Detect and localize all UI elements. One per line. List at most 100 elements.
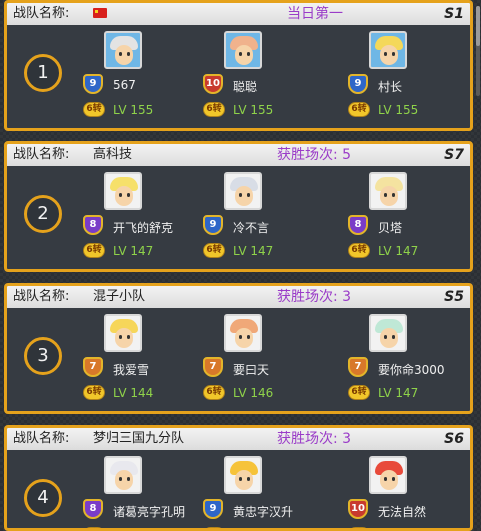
team-card[interactable]: 战队名称: 混子小队 获胜场次: 3 S5 3 7 我爱雪 6转 LV 144 7 要曰天 6转 LV … [4,283,473,414]
shield-icon: 9 [203,499,223,519]
team-name-label: 战队名称: [13,147,70,162]
rebirth-badge: 6转 [203,385,225,400]
team-member[interactable]: 9 567 6转 LV 155 [83,25,207,128]
member-name: 村长 [378,80,403,94]
eye-right [392,335,395,339]
server-tag: S5 [444,289,464,305]
member-name: 567 [113,78,136,92]
avatar[interactable] [104,172,142,210]
member-name: 我爱雪 [113,363,150,377]
team-member[interactable]: 8 诸葛亮字孔明 6转 [83,450,207,528]
team-member[interactable]: 7 要曰天 6转 LV 146 [203,308,327,411]
team-status: 获胜场次: 3 [277,289,352,305]
member-name: 要你命3000 [378,363,445,377]
team-status: 获胜场次: 3 [277,431,352,447]
team-member[interactable]: 8 贝塔 6转 LV 147 [348,166,470,269]
team-name-label: 战队名称: [13,6,70,21]
avatar[interactable] [369,31,407,69]
rank-badge: 3 [24,337,62,375]
team-header: 战队名称: 当日第一 S1 [7,3,470,25]
rebirth-badge: 6转 [348,527,370,528]
member-level: LV 144 [113,386,154,400]
member-name: 聪聪 [233,80,258,94]
team-member[interactable]: 10 无法自然 6转 [348,450,470,528]
team-card[interactable]: 战队名称: 当日第一 S1 1 9 567 6转 LV 155 10 聪聪 6转 LV 155 9 村长 6… [4,0,473,131]
team-member[interactable]: 9 冷不言 6转 LV 147 [203,166,327,269]
eye-left [384,477,387,481]
rebirth-badge: 6转 [203,102,225,117]
team-card[interactable]: 战队名称: 高科技 获胜场次: 5 S7 2 8 开飞的舒克 6转 LV 147 9 冷不言 6转 LV… [4,141,473,272]
shield-icon: 8 [348,215,368,235]
team-member[interactable]: 7 我爱雪 6转 LV 144 [83,308,207,411]
rebirth-badge: 6转 [203,527,225,528]
rebirth-badge: 6转 [348,385,370,400]
avatar[interactable] [104,314,142,352]
member-name: 要曰天 [233,363,270,377]
face-shape [115,470,133,490]
avatar[interactable] [224,456,262,494]
shield-icon: 7 [203,357,223,377]
team-header: 战队名称: 高科技 获胜场次: 5 S7 [7,144,470,166]
eye-left [384,52,387,56]
shield-icon: 9 [83,74,103,94]
rank-badge: 4 [24,479,62,517]
member-level: LV 155 [378,103,419,117]
team-status: 获胜场次: 5 [277,147,352,163]
face-shape [235,45,253,65]
face-shape [235,186,253,206]
team-name-label: 战队名称: [13,431,70,446]
eye-left [384,335,387,339]
team-name: 混子小队 [93,289,146,304]
team-member[interactable]: 9 黄忠字汉升 6转 [203,450,327,528]
avatar[interactable] [224,172,262,210]
team-body: 2 8 开飞的舒克 6转 LV 147 9 冷不言 6转 LV 147 8 贝塔 6转 LV 147 [7,166,470,269]
rebirth-badge: 6转 [83,385,105,400]
member-level: LV 155 [233,103,274,117]
member-level: LV 147 [378,244,419,258]
face-shape [380,328,398,348]
server-tag: S7 [444,147,464,163]
team-name-label: 战队名称: [13,289,70,304]
member-name: 黄忠字汉升 [233,505,294,519]
eye-right [127,52,130,56]
avatar[interactable] [369,456,407,494]
server-tag: S1 [444,6,464,22]
avatar[interactable] [104,456,142,494]
eye-right [127,193,130,197]
team-member[interactable]: 8 开飞的舒克 6转 LV 147 [83,166,207,269]
avatar[interactable] [224,314,262,352]
member-level: LV 146 [233,386,274,400]
member-level: LV 155 [113,103,154,117]
member-name: 无法自然 [378,505,427,519]
eye-left [119,477,122,481]
team-name: 高科技 [93,147,133,162]
avatar[interactable] [369,314,407,352]
face-shape [235,328,253,348]
rebirth-badge: 6转 [203,243,225,258]
rank-badge: 1 [24,54,62,92]
shield-icon: 7 [348,357,368,377]
member-level: LV 147 [113,244,154,258]
face-shape [380,45,398,65]
team-header: 战队名称: 混子小队 获胜场次: 3 S5 [7,286,470,308]
member-name: 开飞的舒克 [113,221,174,235]
team-member[interactable]: 7 要你命3000 6转 LV 147 [348,308,470,411]
eye-right [392,52,395,56]
rebirth-badge: 6转 [83,102,105,117]
team-member[interactable]: 9 村长 6转 LV 155 [348,25,470,128]
avatar[interactable] [369,172,407,210]
rebirth-badge: 6转 [348,102,370,117]
team-member[interactable]: 10 聪聪 6转 LV 155 [203,25,327,128]
eye-right [127,477,130,481]
member-name: 贝塔 [378,221,403,235]
rebirth-badge: 6转 [83,527,105,528]
avatar[interactable] [224,31,262,69]
eye-right [127,335,130,339]
team-body: 4 8 诸葛亮字孔明 6转 9 黄忠字汉升 6转 10 无法自然 6转 [7,450,470,528]
team-card[interactable]: 战队名称:梦归三国九分队获胜场次: 3S648诸葛亮字孔明6转9黄忠字汉升6转1… [4,425,473,531]
rebirth-badge: 6转 [348,243,370,258]
shield-icon: 9 [203,215,223,235]
avatar[interactable] [104,31,142,69]
scrollbar-thumb[interactable] [476,6,480,46]
team-body: 1 9 567 6转 LV 155 10 聪聪 6转 LV 155 9 村长 6转 LV 155 [7,25,470,128]
